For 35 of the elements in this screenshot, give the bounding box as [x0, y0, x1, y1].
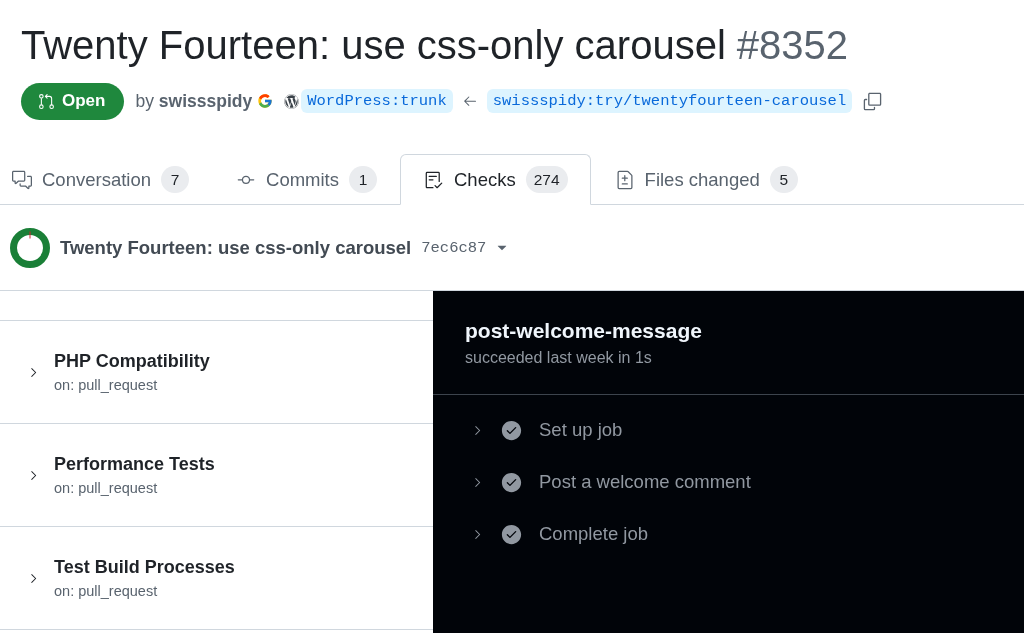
workflow-name: Performance Tests: [54, 454, 215, 475]
status-ring-icon: [10, 227, 50, 268]
workflow-trigger: on: pull_request: [54, 377, 159, 393]
workflow-name: Test Build Processes: [54, 557, 235, 578]
count-badge: 1: [349, 166, 377, 193]
base-branch-label[interactable]: WordPress:trunk: [301, 89, 453, 113]
head-branch-label[interactable]: swissspidy:try/twentyfourteen-carousel: [486, 89, 853, 113]
step-name: Complete job: [539, 523, 648, 545]
wordpress-logo-icon: [284, 93, 300, 109]
checklist-icon: [424, 169, 444, 190]
pull-request-title: Twenty Fourteen: use css-only carousel: [21, 22, 726, 69]
tab[interactable]: Checks 274: [400, 154, 591, 205]
count-badge: 7: [161, 166, 189, 193]
tab[interactable]: Files changed 5: [590, 154, 821, 205]
commit-select-button[interactable]: 7ec6c87: [421, 238, 511, 257]
workflow-name: PHP Compatibility: [54, 351, 210, 372]
pull-request-icon: [38, 92, 55, 110]
count-badge: 5: [769, 166, 798, 193]
job-name: post-welcome-message: [465, 318, 703, 343]
workflow-trigger: on: pull_request: [54, 583, 159, 599]
pull-request-number: #8352: [736, 22, 848, 69]
step-name: Set up job: [539, 419, 623, 441]
google-logo-icon: [257, 93, 274, 109]
count-badge: 274: [525, 166, 568, 193]
file-diff-icon: [614, 169, 635, 190]
commit-title: Twenty Fourteen: use css-only carousel: [60, 236, 412, 259]
author-byline: by swissspidy: [135, 90, 253, 112]
state-badge: Open: [21, 82, 125, 120]
tab[interactable]: Conversation 7: [0, 154, 212, 205]
tab[interactable]: Commits 1: [212, 154, 400, 205]
step-name: Post a welcome comment: [539, 471, 751, 493]
copy-button[interactable]: [862, 90, 884, 112]
comments-icon: [12, 169, 32, 190]
workflow-trigger: on: pull_request: [54, 480, 159, 496]
job-summary: succeeded last week in 1s: [465, 348, 653, 367]
